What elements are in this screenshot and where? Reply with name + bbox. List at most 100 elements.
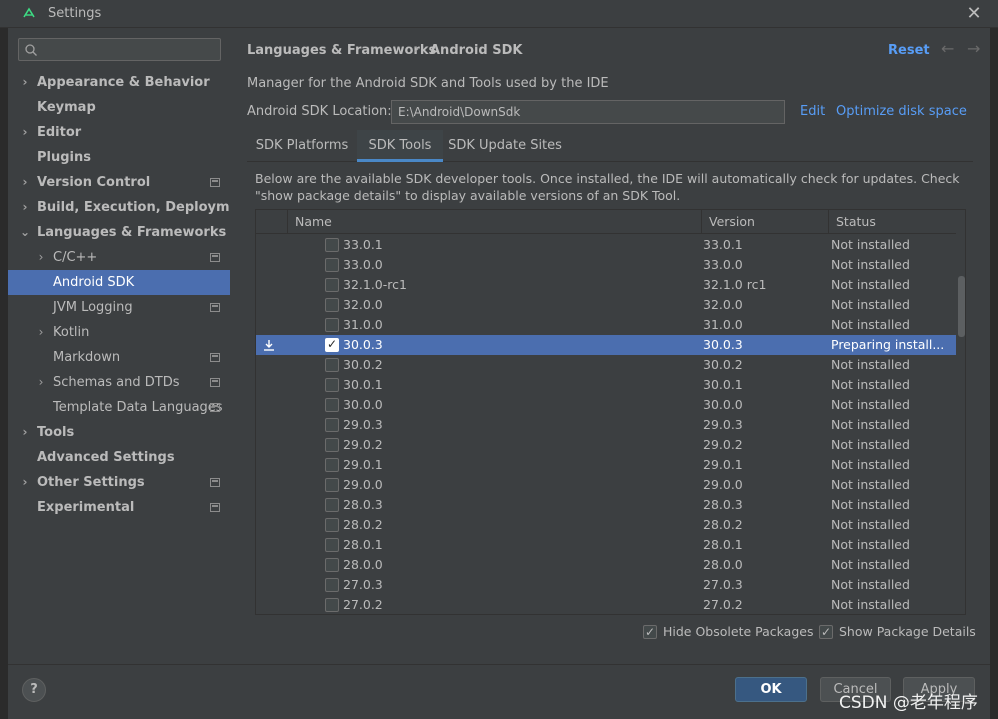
sidebar-item-label: C/C++	[53, 250, 98, 265]
sidebar-item[interactable]: Android SDK	[8, 270, 230, 295]
column-header-name[interactable]: Name	[287, 210, 701, 234]
row-name: 33.0.0	[343, 257, 383, 272]
close-icon[interactable]: ✕	[964, 4, 984, 24]
reset-link[interactable]: Reset	[888, 43, 930, 58]
row-checkbox[interactable]	[325, 458, 339, 472]
project-settings-icon	[210, 303, 220, 312]
show-details-box[interactable]: ✓	[819, 625, 833, 639]
row-checkbox[interactable]	[325, 318, 339, 332]
row-checkbox[interactable]	[325, 478, 339, 492]
row-checkbox[interactable]	[325, 418, 339, 432]
row-checkbox[interactable]	[325, 518, 339, 532]
row-checkbox[interactable]	[325, 578, 339, 592]
table-row[interactable]: 29.0.3 29.0.3 Not installed	[256, 415, 956, 435]
table-row[interactable]: 32.0.0 32.0.0 Not installed	[256, 295, 956, 315]
back-arrow-icon[interactable]: ←	[941, 39, 954, 58]
table-row[interactable]: 33.0.1 33.0.1 Not installed	[256, 235, 956, 255]
chevron-down-icon[interactable]: ⌄	[20, 220, 30, 245]
row-checkbox[interactable]	[325, 258, 339, 272]
chevron-right-icon[interactable]: ›	[20, 170, 30, 195]
row-checkbox[interactable]	[325, 398, 339, 412]
sidebar-item[interactable]: › Tools	[8, 420, 230, 445]
table-row[interactable]: 28.0.2 28.0.2 Not installed	[256, 515, 956, 535]
row-checkbox[interactable]	[325, 438, 339, 452]
edit-link[interactable]: Edit	[800, 104, 825, 119]
chevron-right-icon[interactable]: ›	[20, 420, 30, 445]
chevron-right-icon[interactable]: ›	[20, 195, 30, 220]
sidebar-item[interactable]: › Kotlin	[8, 320, 230, 345]
sidebar-item[interactable]: › Build, Execution, Deployment	[8, 195, 254, 220]
table-row[interactable]: 30.0.0 30.0.0 Not installed	[256, 395, 956, 415]
table-row[interactable]: 33.0.0 33.0.0 Not installed	[256, 255, 956, 275]
chevron-right-icon[interactable]: ›	[20, 120, 30, 145]
breadcrumb-current: Android SDK	[430, 43, 523, 58]
sidebar-item[interactable]: Markdown	[8, 345, 230, 370]
project-settings-icon	[210, 253, 220, 262]
tab-sdk-update-sites[interactable]: SDK Update Sites	[443, 130, 567, 162]
sidebar-item[interactable]: › Editor	[8, 120, 230, 145]
column-header-status[interactable]: Status	[828, 210, 956, 234]
row-checkbox[interactable]	[325, 298, 339, 312]
table-row[interactable]: 30.0.2 30.0.2 Not installed	[256, 355, 956, 375]
row-checkbox[interactable]	[325, 378, 339, 392]
table-row[interactable]: 29.0.1 29.0.1 Not installed	[256, 455, 956, 475]
chevron-right-icon[interactable]: ›	[36, 320, 46, 345]
row-checkbox[interactable]	[325, 538, 339, 552]
table-row[interactable]: 28.0.0 28.0.0 Not installed	[256, 555, 956, 575]
search-input[interactable]	[18, 38, 221, 61]
scrollbar-thumb[interactable]	[958, 276, 965, 337]
hide-obsolete-box[interactable]: ✓	[643, 625, 657, 639]
sidebar-item[interactable]: Template Data Languages	[8, 395, 230, 420]
table-row[interactable]: 29.0.2 29.0.2 Not installed	[256, 435, 956, 455]
ok-button[interactable]: OK	[735, 677, 807, 702]
column-header-version[interactable]: Version	[701, 210, 828, 234]
chevron-right-icon[interactable]: ›	[36, 370, 46, 395]
sidebar-item-label: Tools	[37, 425, 75, 440]
row-checkbox[interactable]: ✓	[325, 337, 339, 352]
table-row[interactable]: 29.0.0 29.0.0 Not installed	[256, 475, 956, 495]
sidebar-item[interactable]: Experimental	[8, 495, 230, 520]
table-row[interactable]: 31.0.0 31.0.0 Not installed	[256, 315, 956, 335]
table-row[interactable]: 27.0.3 27.0.3 Not installed	[256, 575, 956, 595]
sidebar-item[interactable]: ⌄ Languages & Frameworks	[8, 220, 230, 245]
sidebar-item[interactable]: Advanced Settings	[8, 445, 230, 470]
forward-arrow-icon[interactable]: →	[967, 39, 980, 58]
sdk-location-input[interactable]	[391, 100, 785, 124]
table-row[interactable]: 27.0.2 27.0.2 Not installed	[256, 595, 956, 614]
tab-sdk-platforms[interactable]: SDK Platforms	[247, 130, 357, 162]
sidebar-item[interactable]: › Version Control	[8, 170, 230, 195]
sidebar-item[interactable]: Keymap	[8, 95, 230, 120]
table-row[interactable]: 28.0.1 28.0.1 Not installed	[256, 535, 956, 555]
table-row[interactable]: 30.0.1 30.0.1 Not installed	[256, 375, 956, 395]
row-checkbox[interactable]	[325, 558, 339, 572]
project-settings-icon	[210, 478, 220, 487]
chevron-right-icon[interactable]: ›	[20, 70, 30, 95]
row-name: 29.0.1	[343, 457, 383, 472]
sidebar-item[interactable]: JVM Logging	[8, 295, 230, 320]
chevron-right-icon[interactable]: ›	[20, 470, 30, 495]
row-checkbox[interactable]	[325, 498, 339, 512]
sidebar-item[interactable]: › Appearance & Behavior	[8, 70, 230, 95]
help-button[interactable]: ?	[22, 678, 46, 702]
project-settings-icon	[210, 378, 220, 387]
sidebar-item[interactable]: Plugins	[8, 145, 230, 170]
sidebar-item-label: Template Data Languages	[53, 400, 223, 415]
row-checkbox[interactable]	[325, 598, 339, 612]
row-checkbox[interactable]	[325, 238, 339, 252]
table-row[interactable]: 32.1.0-rc1 32.1.0 rc1 Not installed	[256, 275, 956, 295]
table-scrollbar[interactable]	[957, 234, 965, 614]
row-checkbox[interactable]	[325, 278, 339, 292]
row-checkbox[interactable]	[325, 358, 339, 372]
sidebar-item[interactable]: › Other Settings	[8, 470, 230, 495]
row-status: Preparing install...	[831, 337, 945, 352]
sidebar-item[interactable]: › Schemas and DTDs	[8, 370, 230, 395]
sidebar-item[interactable]: › C/C++	[8, 245, 230, 270]
table-row[interactable]: 28.0.3 28.0.3 Not installed	[256, 495, 956, 515]
table-row[interactable]: ✓ 30.0.3 30.0.3 Preparing install...	[256, 335, 956, 355]
sdk-tools-note: Below are the available SDK developer to…	[255, 171, 960, 203]
breadcrumb-parent[interactable]: Languages & Frameworks	[247, 43, 436, 58]
chevron-right-icon[interactable]: ›	[36, 245, 46, 270]
title-bar: Settings ✕	[0, 0, 998, 28]
optimize-disk-space-link[interactable]: Optimize disk space	[836, 104, 967, 119]
tab-sdk-tools[interactable]: SDK Tools	[357, 130, 443, 162]
